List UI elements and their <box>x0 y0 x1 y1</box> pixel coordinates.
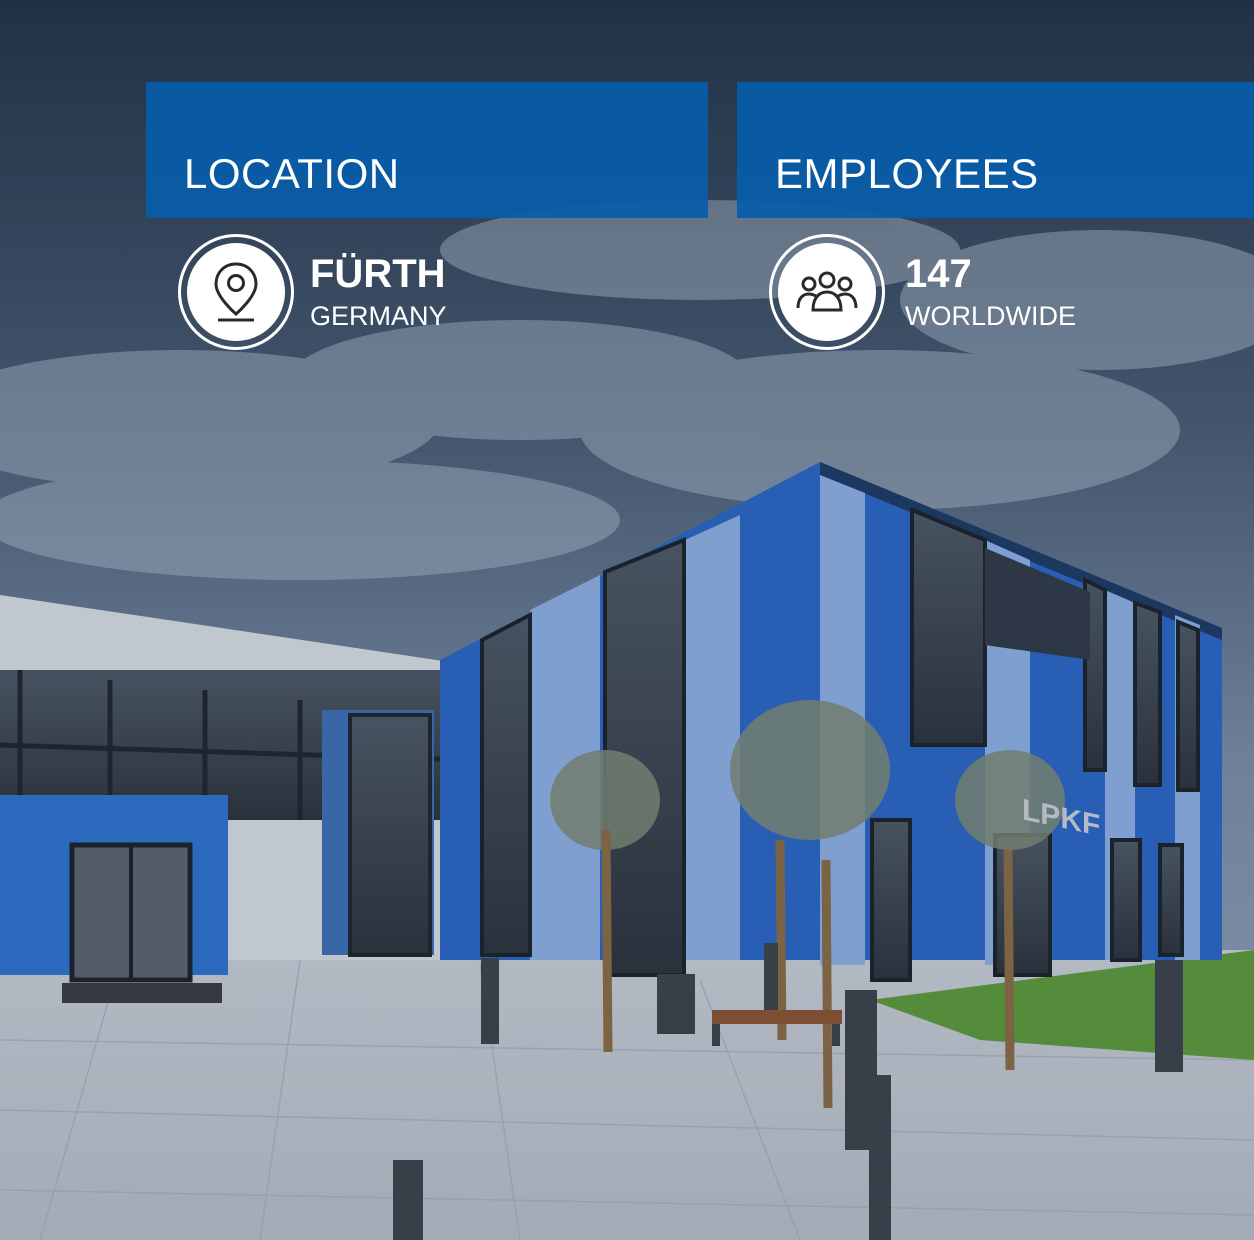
map-pin-icon <box>214 262 258 322</box>
employees-scope: WORLDWIDE <box>905 301 1076 331</box>
location-banner: LOCATION <box>146 82 708 218</box>
location-country: GERMANY <box>310 301 447 331</box>
people-group-icon <box>796 271 858 312</box>
employees-heading: EMPLOYEES <box>775 150 1039 197</box>
location-badge <box>178 234 294 350</box>
location-heading: LOCATION <box>184 150 400 197</box>
employees-count: 147 <box>905 252 972 296</box>
location-city: FÜRTH <box>310 252 446 296</box>
employees-badge <box>769 234 885 350</box>
employees-banner: EMPLOYEES <box>737 82 1254 218</box>
